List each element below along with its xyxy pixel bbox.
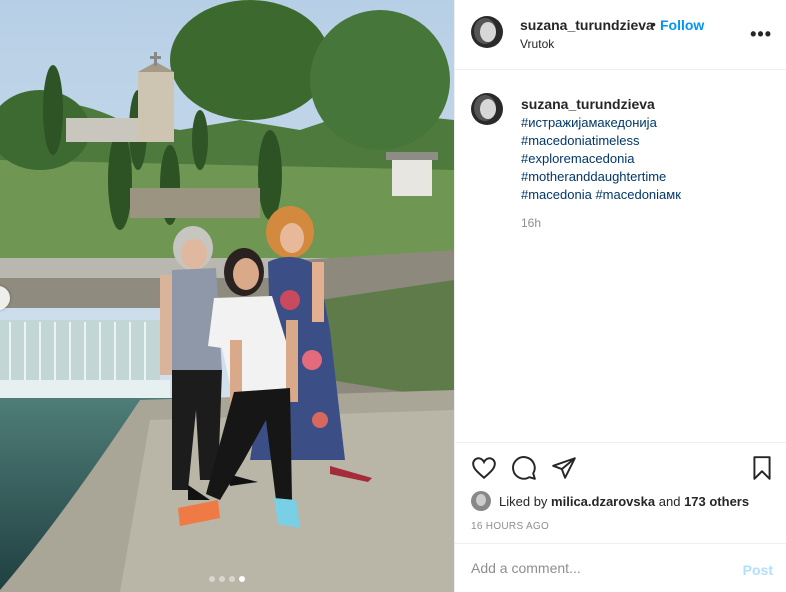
caption-time: 16h — [521, 216, 542, 230]
hashtag-link[interactable]: #macedoniatimeless — [521, 133, 640, 148]
author-username[interactable]: suzana_turundzieva — [520, 17, 654, 33]
carousel-dot — [229, 576, 235, 582]
comment-icon[interactable] — [511, 455, 537, 481]
caption-avatar[interactable] — [471, 93, 503, 125]
heart-icon[interactable] — [471, 455, 497, 481]
post-header: suzana_turundzieva • Follow Vrutok ••• — [455, 0, 786, 70]
caption-hashtags: #истражијамакедонија #macedoniatimeless … — [521, 114, 681, 204]
post-comment-button[interactable]: Post — [743, 562, 773, 578]
carousel-dot-active — [239, 576, 245, 582]
follow-button[interactable]: Follow — [660, 17, 704, 33]
caption-username[interactable]: suzana_turundzieva — [521, 96, 655, 112]
carousel-dots — [0, 576, 454, 582]
likes-middle: and — [658, 493, 681, 509]
separator-bullet: • — [651, 16, 656, 32]
hashtag-link[interactable]: #exploremacedonia — [521, 151, 634, 166]
likes-others-link[interactable]: 173 others — [684, 494, 749, 509]
hashtag-link[interactable]: #macedonia #macedoniaмк — [521, 187, 681, 202]
author-avatar[interactable] — [471, 16, 503, 48]
comment-bar: Post — [455, 543, 786, 592]
carousel-dot — [219, 576, 225, 582]
hashtag-link[interactable]: #истражијамакедонија — [521, 115, 657, 130]
liker-avatar[interactable] — [471, 491, 491, 511]
post-caption: suzana_turundzieva #истражијамакедонија … — [455, 70, 786, 442]
action-bar — [455, 442, 786, 490]
likes-prefix: Liked by — [499, 493, 548, 509]
post-side-panel: suzana_turundzieva • Follow Vrutok ••• s… — [454, 0, 786, 592]
bookmark-icon[interactable] — [749, 455, 775, 481]
likes-summary: Liked by milica.dzarovska and 173 others — [471, 491, 749, 511]
photo-image — [0, 0, 454, 592]
comment-input[interactable] — [471, 560, 721, 576]
post-photo[interactable] — [0, 0, 454, 592]
post-location[interactable]: Vrutok — [520, 37, 554, 51]
hashtag-link[interactable]: #motheranddaughtertime — [521, 169, 666, 184]
post-timestamp[interactable]: 16 HOURS AGO — [471, 521, 549, 532]
share-icon[interactable] — [551, 455, 577, 481]
liker-username[interactable]: milica.dzarovska — [551, 494, 655, 509]
more-options-icon[interactable]: ••• — [750, 24, 772, 45]
carousel-dot — [209, 576, 215, 582]
